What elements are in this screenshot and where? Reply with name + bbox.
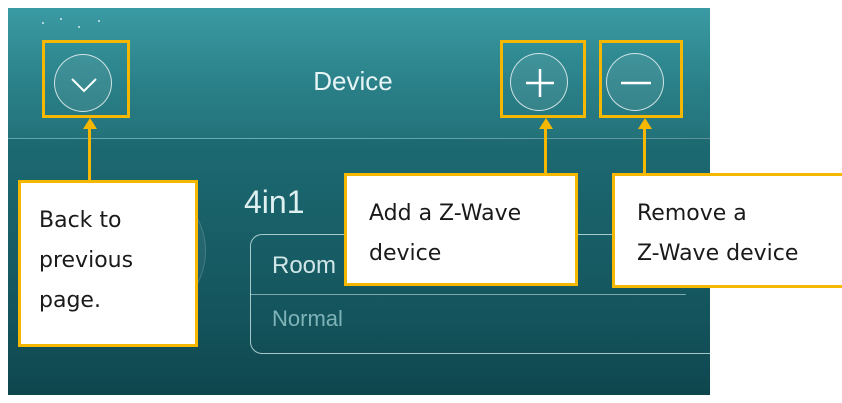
remove-button-highlight <box>599 40 683 118</box>
back-callout: Back to previous page. <box>18 180 198 347</box>
add-callout: Add a Z-Wave device <box>344 173 578 286</box>
back-button-highlight <box>42 40 130 118</box>
card-divider <box>250 294 686 295</box>
room-label: Room <box>272 252 337 279</box>
back-callout-line: Back to <box>39 208 122 233</box>
add-callout-line: Add a Z-Wave <box>369 201 522 226</box>
status-label: Normal <box>272 306 343 331</box>
page-title: Device <box>313 66 393 96</box>
device-name: 4in1 <box>244 184 305 220</box>
back-connector <box>88 128 91 182</box>
star-decoration <box>38 16 118 36</box>
back-callout-line: page. <box>39 288 101 313</box>
remove-callout: Remove a Z-Wave device <box>612 173 842 288</box>
add-callout-line: device <box>369 241 442 266</box>
remove-callout-line: Remove a <box>637 201 747 226</box>
remove-callout-line: Z-Wave device <box>637 241 799 266</box>
remove-connector <box>643 128 646 174</box>
add-button-highlight <box>500 40 586 118</box>
add-connector <box>544 128 547 174</box>
back-callout-line: previous <box>39 248 134 273</box>
